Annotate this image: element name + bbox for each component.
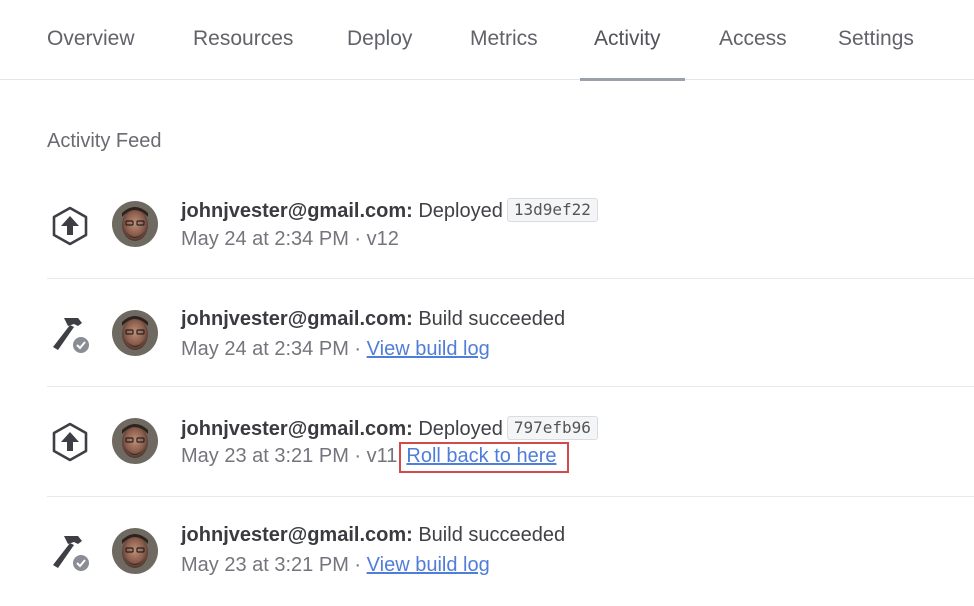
activity-message: johnjvester@gmail.com: Build succeeded xyxy=(181,308,565,331)
activity-feed-title: Activity Feed xyxy=(47,130,162,152)
view-build-log-link[interactable]: View build log xyxy=(367,338,490,360)
release-version: v11 xyxy=(366,445,398,467)
release-version: v12 xyxy=(366,228,399,250)
activity-message: johnjvester@gmail.com: Deployed 13d9ef22 xyxy=(181,198,598,223)
deploy-upload-icon xyxy=(52,422,88,462)
divider xyxy=(47,386,974,387)
view-build-log-link[interactable]: View build log xyxy=(367,554,490,576)
deploy-upload-icon xyxy=(52,206,88,246)
tab-resources[interactable]: Resources xyxy=(193,27,293,51)
activity-item: johnjvester@gmail.com: Deployed 13d9ef22 … xyxy=(0,178,974,278)
activity-message: johnjvester@gmail.com: Deployed 797efb96 xyxy=(181,416,598,441)
commit-sha: 13d9ef22 xyxy=(506,198,598,222)
activity-action: Deployed xyxy=(418,200,503,222)
activity-time: May 23 at 3:21 PM xyxy=(181,554,349,576)
rollback-highlight-box: Roll back to here xyxy=(399,442,569,473)
activity-meta: May 23 at 3:21 PM · View build log xyxy=(181,554,490,577)
tab-overview[interactable]: Overview xyxy=(47,27,135,51)
activity-message: johnjvester@gmail.com: Build succeeded xyxy=(181,524,565,547)
avatar xyxy=(112,201,158,247)
active-tab-indicator xyxy=(580,78,685,81)
avatar xyxy=(112,528,158,574)
tab-activity[interactable]: Activity xyxy=(594,27,661,51)
activity-action: Build succeeded xyxy=(418,524,566,546)
avatar xyxy=(112,310,158,356)
user-email: johnjvester@gmail.com: xyxy=(181,524,413,546)
activity-time: May 24 at 2:34 PM xyxy=(181,228,349,250)
build-hammer-icon xyxy=(53,318,89,353)
user-email: johnjvester@gmail.com: xyxy=(181,418,413,440)
activity-item: johnjvester@gmail.com: Deployed 797efb96 … xyxy=(0,396,974,496)
avatar xyxy=(112,418,158,464)
activity-action: Build succeeded xyxy=(418,308,566,330)
tab-deploy[interactable]: Deploy xyxy=(347,27,412,51)
build-hammer-icon xyxy=(53,536,89,571)
separator-dot: · xyxy=(348,338,367,360)
activity-time: May 23 at 3:21 PM xyxy=(181,445,349,467)
divider xyxy=(47,278,974,279)
commit-sha: 797efb96 xyxy=(506,416,598,440)
tab-access[interactable]: Access xyxy=(719,27,787,51)
divider xyxy=(47,496,974,497)
user-email: johnjvester@gmail.com: xyxy=(181,308,413,330)
activity-meta: May 24 at 2:34 PM · View build log xyxy=(181,338,490,361)
roll-back-link[interactable]: Roll back to here xyxy=(406,445,556,467)
activity-item: johnjvester@gmail.com: Build succeeded M… xyxy=(0,506,974,606)
activity-item: johnjvester@gmail.com: Build succeeded M… xyxy=(0,288,974,388)
tab-metrics[interactable]: Metrics xyxy=(470,27,538,51)
app-nav-bar: Overview Resources Deploy Metrics Activi… xyxy=(0,0,974,81)
tab-settings[interactable]: Settings xyxy=(838,27,914,51)
separator-dot: · xyxy=(348,554,367,576)
activity-meta: May 23 at 3:21 PM · v11 Roll back to here xyxy=(181,442,569,473)
separator-dot: · xyxy=(348,445,367,467)
activity-meta: May 24 at 2:34 PM · v12 xyxy=(181,228,399,251)
activity-time: May 24 at 2:34 PM xyxy=(181,338,349,360)
separator-dot: · xyxy=(348,228,367,250)
activity-action: Deployed xyxy=(418,418,503,440)
user-email: johnjvester@gmail.com: xyxy=(181,200,413,222)
